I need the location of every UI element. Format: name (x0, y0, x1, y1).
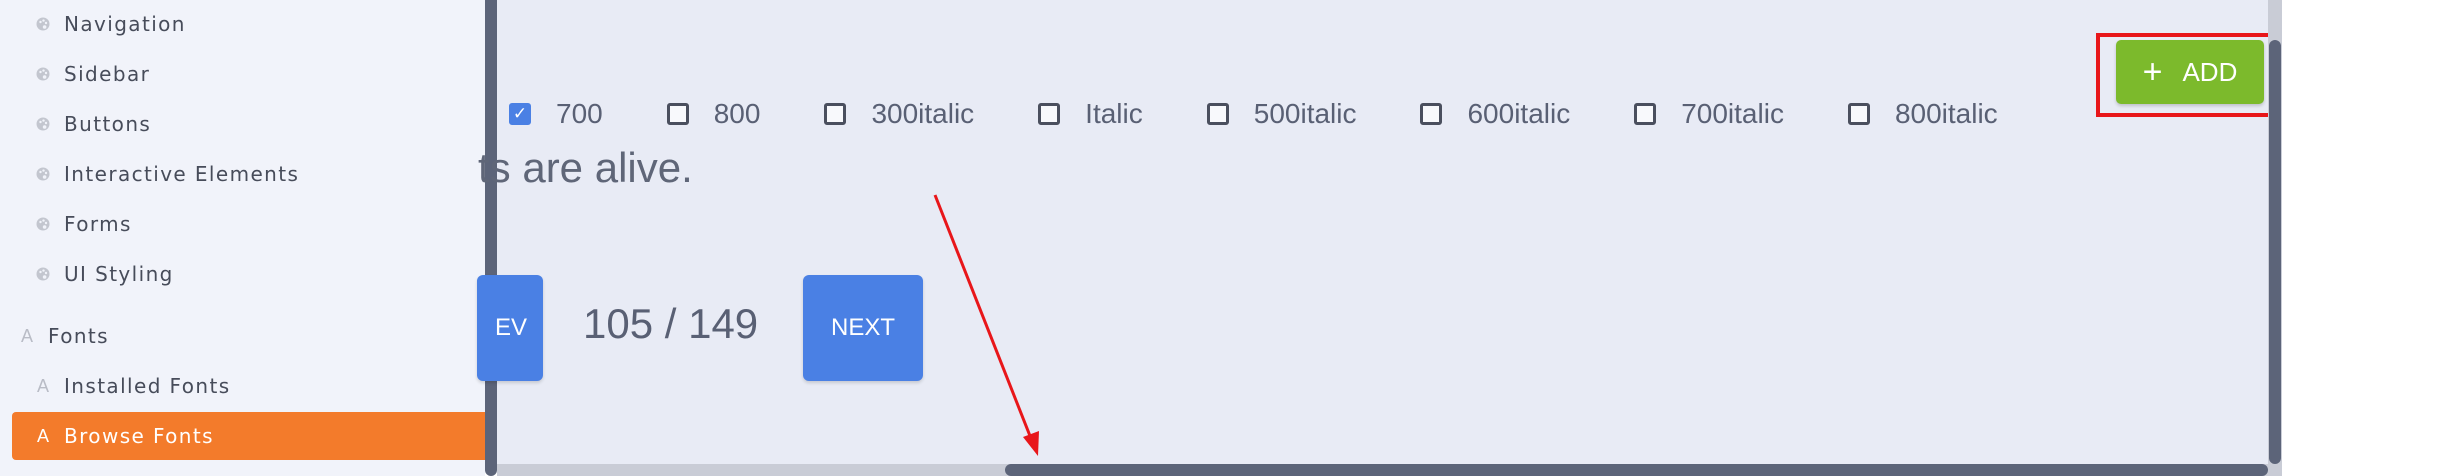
weight-option-800italic[interactable]: 800italic (1847, 98, 1998, 130)
palette-icon (32, 16, 54, 32)
weight-option-300italic[interactable]: 300italic (824, 98, 974, 130)
checkbox[interactable] (824, 103, 847, 125)
sidebar-item-browse-fonts[interactable]: A Browse Fonts (12, 412, 485, 460)
palette-icon (32, 266, 54, 282)
sidebar-item-buttons[interactable]: Buttons (12, 100, 485, 148)
sidebar-item-navigation[interactable]: Navigation (12, 0, 485, 48)
horizontal-scrollbar-thumb[interactable] (1005, 464, 2268, 476)
checkbox[interactable] (666, 103, 689, 125)
sidebar: Navigation Sidebar Buttons Interactive E… (0, 0, 485, 476)
sidebar-item-interactive-elements[interactable]: Interactive Elements (12, 150, 485, 198)
page-indicator: 105 / 149 (583, 300, 759, 347)
sidebar-item-forms[interactable]: Forms (12, 200, 485, 248)
weight-label: 600italic (1467, 98, 1571, 129)
weight-option-500italic[interactable]: 500italic (1206, 98, 1357, 130)
sidebar-item-label: Navigation (64, 12, 186, 36)
sidebar-item-sidebar[interactable]: Sidebar (12, 50, 485, 98)
add-button[interactable]: + ADD (2116, 40, 2264, 104)
main-content: ✓ 700 800 300italic Italic 500italic 600… (477, 0, 2272, 464)
sidebar-item-label: Browse Fonts (64, 424, 214, 448)
next-button-label: NEXT (830, 314, 895, 341)
sidebar-item-label: Forms (64, 212, 132, 236)
sidebar-item-label: Interactive Elements (64, 162, 300, 186)
checkbox-checked[interactable]: ✓ (509, 103, 531, 125)
checkbox[interactable] (1206, 103, 1229, 125)
weight-option-italic[interactable]: Italic (1038, 98, 1143, 130)
weight-label: 800italic (1894, 98, 1998, 129)
font-icon: A (36, 375, 49, 396)
weight-label: 300italic (871, 98, 975, 129)
weight-label: Italic (1085, 98, 1143, 129)
app-viewport: Navigation Sidebar Buttons Interactive E… (0, 0, 2440, 476)
weight-option-600italic[interactable]: 600italic (1420, 98, 1570, 130)
font-preview-text: ts are alive. (478, 144, 693, 191)
sidebar-section-label: Fonts (48, 324, 109, 348)
sidebar-item-label: Buttons (64, 112, 152, 136)
checkbox[interactable] (1420, 103, 1443, 125)
palette-icon (32, 66, 54, 82)
plus-icon: + (2142, 53, 2163, 91)
sidebar-section-fonts[interactable]: A Fonts (12, 312, 485, 360)
page-margin (2282, 0, 2440, 476)
weight-option-700[interactable]: ✓ 700 (509, 98, 603, 130)
weight-option-700italic[interactable]: 700italic (1634, 98, 1784, 130)
checkbox[interactable] (1847, 103, 1870, 125)
sidebar-scrollbar[interactable] (485, 0, 497, 476)
weight-label: 800 (713, 98, 761, 129)
palette-icon (32, 166, 54, 182)
sidebar-item-label: Installed Fonts (64, 374, 231, 398)
add-button-label: ADD (2182, 56, 2238, 87)
weight-label: 700italic (1681, 98, 1784, 129)
weight-option-800[interactable]: 800 (666, 98, 761, 130)
checkbox[interactable] (1038, 103, 1061, 125)
weight-label: 700 (556, 98, 603, 129)
font-icon: A (36, 425, 49, 446)
palette-icon (32, 216, 54, 232)
prev-button-label: EV (494, 314, 527, 341)
weight-label: 500italic (1253, 98, 1357, 129)
sidebar-item-label: UI Styling (64, 262, 174, 286)
checkbox[interactable] (1634, 103, 1657, 125)
vertical-scrollbar-thumb[interactable] (2269, 40, 2281, 464)
sidebar-item-installed-fonts[interactable]: A Installed Fonts (12, 362, 485, 410)
palette-icon (32, 116, 54, 132)
sidebar-item-ui-styling[interactable]: UI Styling (12, 250, 485, 298)
font-icon: A (20, 325, 33, 346)
prev-button[interactable]: EV (477, 275, 543, 381)
font-weight-options: ✓ 700 800 300italic Italic 500italic 600… (509, 96, 1998, 132)
sidebar-item-label: Sidebar (64, 62, 151, 86)
next-button[interactable]: NEXT (803, 275, 923, 381)
